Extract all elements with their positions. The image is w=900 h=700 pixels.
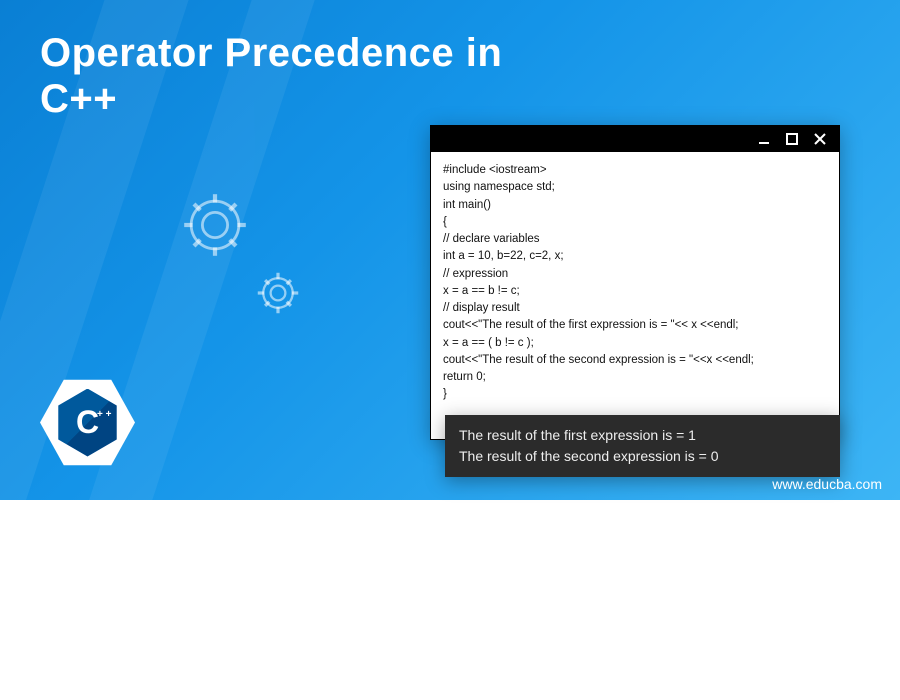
logo-hex: C + + <box>40 375 135 470</box>
code-line: using namespace std; <box>443 179 827 196</box>
logo-badge: C + + <box>54 389 122 457</box>
maximize-icon[interactable] <box>785 132 799 146</box>
code-line: // display result <box>443 300 827 317</box>
code-line: { <box>443 214 827 231</box>
gear-icon <box>180 190 250 260</box>
code-line: // declare variables <box>443 231 827 248</box>
title-line-2: C++ <box>40 76 502 122</box>
code-line: x = a == ( b != c ); <box>443 335 827 352</box>
gear-icon <box>255 270 301 316</box>
site-url: www.educba.com <box>772 476 882 492</box>
code-line: // expression <box>443 266 827 283</box>
code-line: cout<<"The result of the first expressio… <box>443 317 827 334</box>
page-title: Operator Precedence in C++ <box>40 30 502 122</box>
code-line: return 0; <box>443 369 827 386</box>
window-titlebar <box>431 126 839 152</box>
logo-letter: C <box>76 404 99 441</box>
close-icon[interactable] <box>813 132 827 146</box>
minimize-icon[interactable] <box>757 132 771 146</box>
code-line: x = a == b != c; <box>443 283 827 300</box>
output-line: The result of the first expression is = … <box>459 425 826 446</box>
code-body: #include <iostream> using namespace std;… <box>431 152 839 439</box>
logo-plus: + + <box>97 411 111 419</box>
output-box: The result of the first expression is = … <box>445 415 840 477</box>
code-line: int main() <box>443 197 827 214</box>
code-line: cout<<"The result of the second expressi… <box>443 352 827 369</box>
output-line: The result of the second expression is =… <box>459 446 826 467</box>
title-line-1: Operator Precedence in <box>40 30 502 76</box>
code-line: int a = 10, b=22, c=2, x; <box>443 248 827 265</box>
cpp-logo: C + + <box>40 375 135 470</box>
code-line: #include <iostream> <box>443 162 827 179</box>
code-window: #include <iostream> using namespace std;… <box>430 125 840 440</box>
code-line: } <box>443 386 827 403</box>
